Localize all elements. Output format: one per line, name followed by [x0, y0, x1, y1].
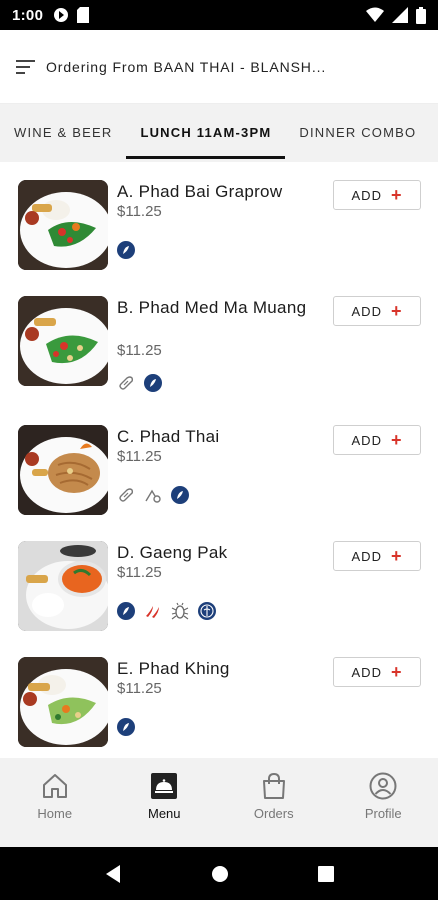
home-circle-icon[interactable] [211, 865, 229, 883]
gluten-free-icon [117, 241, 135, 259]
bag-icon [262, 772, 285, 799]
food-image [18, 657, 108, 747]
food-image [18, 180, 108, 270]
battery-icon [416, 6, 426, 24]
item-price: $11.25 [117, 448, 162, 465]
tab-lunch[interactable]: LUNCH 11AM-3PM [126, 104, 286, 162]
header-title[interactable]: Ordering From BAAN THAI - BLANSH... [46, 59, 326, 75]
item-price: $11.25 [117, 342, 162, 359]
wifi-icon [366, 7, 384, 22]
bottom-nav: Home Menu Orders Profile [0, 758, 438, 847]
gluten-free-icon [117, 602, 135, 620]
item-price: $11.25 [117, 564, 162, 581]
food-image [18, 425, 108, 515]
gluten-free-icon [171, 486, 189, 504]
add-button[interactable]: ADD + [333, 296, 421, 326]
item-name: D. Gaeng Pak [117, 543, 228, 562]
gluten-free-icon [144, 374, 162, 392]
status-time: 1:00 [12, 6, 44, 24]
dietary-tags [117, 602, 216, 620]
tab-dinner-combo[interactable]: DINNER COMBO [285, 104, 430, 162]
spicy-icon [144, 602, 162, 620]
add-label: ADD [351, 303, 382, 319]
item-name: E. Phad Khing [117, 659, 230, 678]
status-bar: 1:00 [0, 0, 438, 30]
food-image [18, 541, 108, 631]
nav-home[interactable]: Home [0, 758, 110, 847]
nuts-icon [117, 374, 135, 392]
nav-menu-label: Menu [147, 806, 181, 821]
item-name: B. Phad Med Ma Muang [117, 298, 307, 317]
nav-menu[interactable]: Menu [110, 758, 220, 847]
nuts-icon [117, 486, 135, 504]
media-icon [54, 8, 69, 22]
signal-icon [392, 7, 408, 23]
dietary-tags [117, 241, 135, 259]
add-button[interactable]: ADD + [333, 425, 421, 455]
plus-icon: + [390, 662, 403, 682]
nav-profile[interactable]: Profile [329, 758, 438, 847]
back-icon[interactable] [104, 864, 122, 884]
add-label: ADD [351, 432, 382, 448]
item-price: $11.25 [117, 680, 162, 697]
plus-icon: + [390, 185, 403, 205]
vegan-icon [198, 602, 216, 620]
add-label: ADD [351, 187, 382, 203]
tab-wine-beer[interactable]: WINE & BEER [0, 104, 126, 162]
item-name: C. Phad Thai [117, 427, 220, 446]
item-name: A. Phad Bai Graprow [117, 182, 283, 201]
sd-card-icon [77, 7, 90, 23]
menu-list: A. Phad Bai Graprow $11.25 ADD + B. Phad… [0, 162, 438, 758]
dietary-tags [117, 486, 189, 504]
add-button[interactable]: ADD + [333, 180, 421, 210]
add-label: ADD [351, 664, 382, 680]
plus-icon: + [390, 430, 403, 450]
profile-icon [369, 772, 397, 800]
plus-icon: + [390, 301, 403, 321]
item-price: $11.25 [117, 203, 162, 220]
add-button[interactable]: ADD + [333, 541, 421, 571]
recents-icon[interactable] [317, 865, 334, 882]
nav-home-label: Home [37, 806, 73, 821]
home-icon [42, 774, 67, 798]
dietary-tags [117, 374, 162, 392]
gluten-free-icon [117, 718, 135, 736]
add-button[interactable]: ADD + [333, 657, 421, 687]
plus-icon: + [390, 546, 403, 566]
filter-menu-icon[interactable] [16, 59, 36, 75]
egg-icon [144, 486, 162, 504]
menu-icon [151, 773, 178, 799]
header: Ordering From BAAN THAI - BLANSH... [0, 30, 438, 104]
nav-orders-label: Orders [253, 806, 294, 821]
dietary-tags [117, 718, 135, 736]
nav-profile-label: Profile [364, 806, 402, 821]
system-nav-bar [0, 847, 438, 900]
nav-orders[interactable]: Orders [219, 758, 329, 847]
add-label: ADD [351, 548, 382, 564]
category-tabs: WINE & BEER LUNCH 11AM-3PM DINNER COMBO [0, 104, 438, 162]
vegetarian-icon [171, 602, 189, 620]
food-image [18, 296, 108, 386]
